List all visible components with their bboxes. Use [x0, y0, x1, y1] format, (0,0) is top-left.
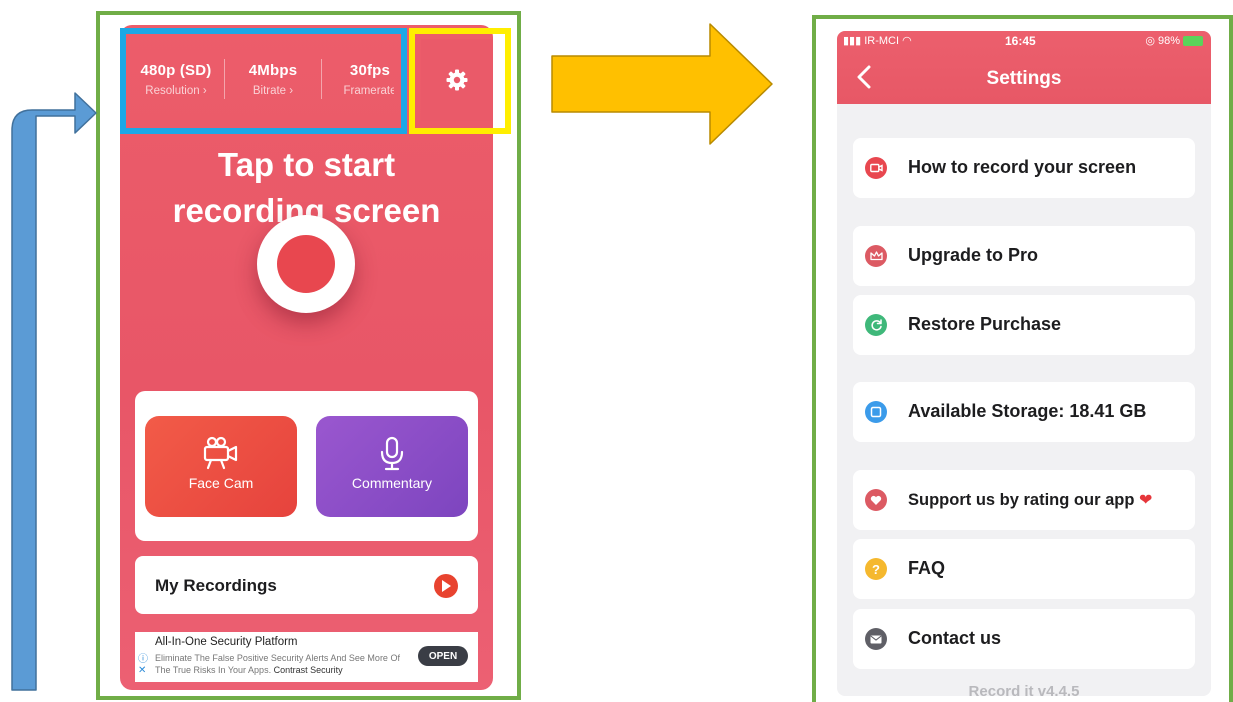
- face-cam-button[interactable]: Face Cam: [145, 416, 297, 517]
- ad-title: All-In-One Security Platform: [155, 636, 298, 648]
- video-camera-icon: [865, 157, 887, 179]
- carrier-name: IR-MCI: [864, 35, 900, 47]
- row-label: Upgrade to Pro: [908, 245, 1039, 265]
- settings-row-restore[interactable]: Restore Purchase: [853, 295, 1195, 355]
- status-time: 16:45: [1005, 34, 1036, 48]
- row-label: Available Storage: 18.41 GB: [908, 401, 1147, 421]
- refresh-icon: [865, 314, 887, 336]
- info-icon: ⓘ: [138, 654, 148, 665]
- alarm-icon: ◎: [1145, 35, 1155, 47]
- ad-sponsor: Contrast Security: [273, 665, 343, 675]
- settings-screen: ▮▮▮ IR-MCI ◠ 16:45 ◎ 98% Settings How to…: [837, 31, 1211, 696]
- settings-header: ▮▮▮ IR-MCI ◠ 16:45 ◎ 98% Settings: [837, 31, 1211, 104]
- settings-row-rate-app[interactable]: Support us by rating our app ❤: [853, 470, 1195, 530]
- battery-icon: [1183, 35, 1203, 46]
- storage-icon: [865, 401, 887, 423]
- row-label: Contact us: [908, 628, 1002, 648]
- battery-percent: 98%: [1157, 34, 1180, 47]
- row-label: Restore Purchase: [908, 314, 1062, 334]
- settings-highlight-box: [409, 28, 511, 134]
- question-icon: ?: [865, 558, 887, 580]
- stats-highlight-box: [120, 28, 407, 134]
- my-recordings-row[interactable]: My Recordings: [135, 556, 478, 614]
- crown-icon: [865, 245, 887, 267]
- heart-emoji-icon: ❤: [1139, 492, 1153, 509]
- row-label: How to record your screen: [908, 157, 1137, 177]
- transition-arrow: [551, 23, 773, 145]
- page-title: Settings: [986, 68, 1062, 89]
- mail-icon: [865, 628, 887, 650]
- face-cam-label: Face Cam: [188, 475, 254, 491]
- wifi-icon: ◠: [902, 35, 912, 47]
- settings-row-how-to-record[interactable]: How to record your screen: [853, 138, 1195, 198]
- record-button[interactable]: [257, 215, 355, 313]
- camera-icon: [203, 436, 238, 470]
- microphone-icon: [380, 436, 404, 471]
- app-version: Record it v4.4.5: [968, 683, 1080, 696]
- record-dot-icon: [277, 235, 335, 293]
- settings-row-contact[interactable]: Contact us: [853, 609, 1195, 669]
- commentary-label: Commentary: [351, 475, 433, 491]
- commentary-button[interactable]: Commentary: [316, 416, 468, 517]
- settings-row-faq[interactable]: ? FAQ: [853, 539, 1195, 599]
- signal-icon: ▮▮▮: [843, 35, 862, 47]
- play-icon: [434, 574, 458, 598]
- headline-line-1: Tap to start: [217, 146, 396, 183]
- ad-banner[interactable]: All-In-One Security Platform ⓘ ✕ Elimina…: [135, 632, 478, 682]
- heart-icon: [865, 489, 887, 511]
- my-recordings-label: My Recordings: [155, 576, 277, 595]
- close-icon[interactable]: ✕: [138, 665, 148, 676]
- row-label: Support us by rating our app: [908, 491, 1135, 509]
- row-label: FAQ: [908, 558, 946, 578]
- loop-arrow: [11, 92, 97, 691]
- ad-open-button[interactable]: OPEN: [418, 646, 468, 666]
- settings-row-storage: Available Storage: 18.41 GB: [853, 382, 1195, 442]
- settings-row-upgrade[interactable]: Upgrade to Pro: [853, 226, 1195, 286]
